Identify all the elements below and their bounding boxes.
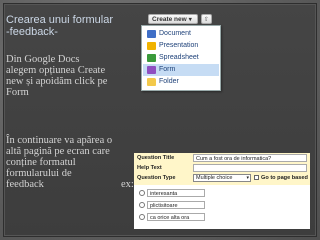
question-form-screenshot: Question Title Cum a fost ora de informa… xyxy=(134,153,310,229)
question-type-value: Multiple choice xyxy=(196,175,233,181)
option-input-2[interactable]: plictisitoare xyxy=(147,201,205,209)
option-radio-2[interactable] xyxy=(139,202,145,208)
continuation-line: feedback xyxy=(6,179,44,190)
menu-item-label: Folder xyxy=(159,78,179,85)
create-new-menu-screenshot: Create new ▾ ⇧ Document Presentation Spre… xyxy=(139,12,221,91)
option-input-1[interactable]: interesanta xyxy=(147,189,205,197)
question-title-input[interactable]: Cum a fost ora de informatica? xyxy=(193,154,307,162)
option-input-3[interactable]: ca orice alta ora xyxy=(147,213,205,221)
chevron-down-icon: ▾ xyxy=(188,17,192,23)
menu-item-label: Document xyxy=(159,30,191,37)
continuation-line: În continuare va apărea o xyxy=(6,135,113,146)
folder-icon xyxy=(147,78,156,86)
create-new-dropdown: Document Presentation Spreadsheet Form F… xyxy=(141,25,221,91)
instruction-line: new și apoidăm click pe xyxy=(6,76,108,87)
instruction-line: Din Google Docs xyxy=(6,54,80,65)
instruction-line: Form xyxy=(6,87,29,98)
menu-item-label: Spreadsheet xyxy=(159,54,199,61)
menu-item-presentation[interactable]: Presentation xyxy=(143,40,219,52)
page-based-label: Go to page based xyxy=(261,175,308,181)
continuation-paragraph: În continuare va apărea o altă pagină pe… xyxy=(6,135,134,190)
continuation-line: altă pagină pe ecran care xyxy=(6,146,110,157)
question-type-select[interactable]: Multiple choice ▾ xyxy=(193,174,251,182)
create-new-button[interactable]: Create new ▾ xyxy=(148,14,198,24)
slide-title: Crearea unui formular -feedback- xyxy=(6,14,118,38)
page-based-checkbox[interactable] xyxy=(254,175,259,180)
option-radio-3[interactable] xyxy=(139,214,145,220)
menu-item-document[interactable]: Document xyxy=(143,28,219,40)
form-icon xyxy=(147,66,156,74)
instruction-paragraph: Din Google Docs alegem opțiunea Create n… xyxy=(6,54,146,98)
option-radio-1[interactable] xyxy=(139,190,145,196)
menu-item-form[interactable]: Form xyxy=(143,64,219,76)
example-label: ex: xyxy=(121,179,134,190)
document-icon xyxy=(147,30,156,38)
instruction-line: alegem opțiunea Create xyxy=(6,65,106,76)
chevron-down-icon: ▾ xyxy=(246,175,249,181)
continuation-line: conține formatul xyxy=(6,157,76,168)
help-text-label: Help Text xyxy=(137,165,162,171)
continuation-line: formularului de xyxy=(6,168,72,179)
slide-title-line2: -feedback- xyxy=(6,26,58,38)
menu-item-label: Form xyxy=(159,66,176,73)
question-type-label: Question Type xyxy=(137,175,176,181)
help-text-input[interactable] xyxy=(193,164,307,172)
slide-title-line1: Crearea unui formular xyxy=(6,14,113,26)
menu-item-folder[interactable]: Folder xyxy=(143,76,219,88)
question-title-label: Question Title xyxy=(137,155,175,161)
create-new-label: Create new xyxy=(152,16,187,23)
upload-icon[interactable]: ⇧ xyxy=(201,14,212,24)
menu-item-label: Presentation xyxy=(159,42,199,49)
menu-item-spreadsheet[interactable]: Spreadsheet xyxy=(143,52,219,64)
spreadsheet-icon xyxy=(147,54,156,62)
presentation-icon xyxy=(147,42,156,50)
